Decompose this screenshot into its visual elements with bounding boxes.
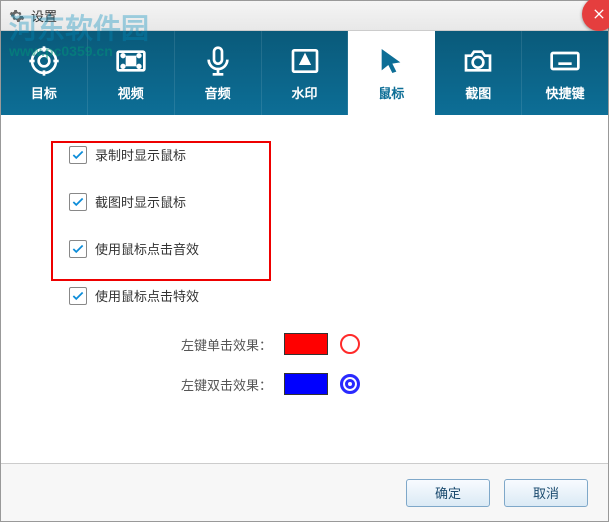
option-show-cursor-capture[interactable]: 截图时显示鼠标 <box>69 192 558 211</box>
checkbox[interactable] <box>69 193 87 211</box>
camera-icon <box>462 45 494 77</box>
tab-target[interactable]: 目标 <box>1 31 88 115</box>
tab-hotkey[interactable]: 快捷键 <box>522 31 608 115</box>
close-button[interactable] <box>582 0 609 31</box>
footer: 确定 取消 <box>1 463 608 521</box>
cancel-button[interactable]: 取消 <box>504 479 588 507</box>
tab-screenshot[interactable]: 截图 <box>435 31 522 115</box>
checkbox[interactable] <box>69 287 87 305</box>
tab-label: 目标 <box>31 83 57 102</box>
color-label: 左键单击效果： <box>181 335 272 354</box>
tab-label: 音频 <box>205 83 231 102</box>
left-dblclick-color-swatch[interactable] <box>284 373 328 395</box>
window-title: 设置 <box>31 6 57 25</box>
left-click-effect-row: 左键单击效果： <box>181 333 558 355</box>
left-dblclick-effect-row: 左键双击效果： <box>181 373 558 395</box>
double-ring-indicator <box>340 374 360 394</box>
tab-label: 鼠标 <box>378 83 404 102</box>
cursor-icon <box>375 45 407 77</box>
close-icon <box>591 6 607 22</box>
option-click-sound[interactable]: 使用鼠标点击音效 <box>69 239 558 258</box>
option-show-cursor-record[interactable]: 录制时显示鼠标 <box>69 145 558 164</box>
checkbox-label: 使用鼠标点击特效 <box>95 286 199 305</box>
video-icon <box>115 45 147 77</box>
microphone-icon <box>202 45 234 77</box>
single-ring-indicator <box>340 334 360 354</box>
checkbox[interactable] <box>69 240 87 258</box>
tab-video[interactable]: 视频 <box>88 31 175 115</box>
tabbar: 目标 视频 音频 水印 鼠标 截图 快捷键 <box>1 31 608 115</box>
tab-label: 截图 <box>465 83 491 102</box>
ok-button[interactable]: 确定 <box>406 479 490 507</box>
keyboard-icon <box>549 45 581 77</box>
content-panel: 录制时显示鼠标 截图时显示鼠标 使用鼠标点击音效 使用鼠标点击特效 左键单击效果… <box>1 115 608 463</box>
left-click-color-swatch[interactable] <box>284 333 328 355</box>
tab-watermark[interactable]: 水印 <box>262 31 349 115</box>
tab-audio[interactable]: 音频 <box>175 31 262 115</box>
checkbox-label: 截图时显示鼠标 <box>95 192 186 211</box>
option-click-effect[interactable]: 使用鼠标点击特效 <box>69 286 558 305</box>
target-icon <box>28 45 60 77</box>
gear-icon <box>9 8 25 24</box>
checkbox-label: 录制时显示鼠标 <box>95 145 186 164</box>
watermark-icon <box>289 45 321 77</box>
checkbox-label: 使用鼠标点击音效 <box>95 239 199 258</box>
tab-label: 水印 <box>292 83 318 102</box>
checkbox[interactable] <box>69 146 87 164</box>
tab-mouse[interactable]: 鼠标 <box>348 31 435 115</box>
tab-label: 视频 <box>118 83 144 102</box>
tab-label: 快捷键 <box>546 83 585 102</box>
titlebar: 设置 <box>1 1 608 31</box>
color-label: 左键双击效果： <box>181 375 272 394</box>
